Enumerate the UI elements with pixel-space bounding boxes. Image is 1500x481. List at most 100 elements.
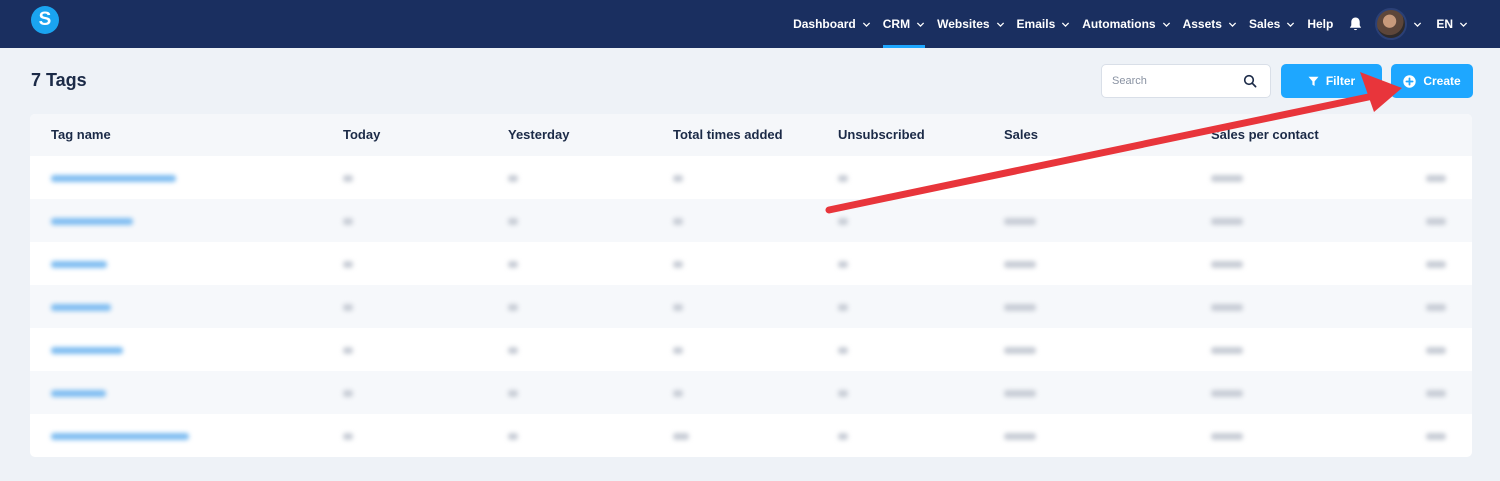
language-selector[interactable]: EN (1430, 0, 1474, 48)
chevron-down-icon (1459, 21, 1468, 27)
table-cell (838, 218, 848, 225)
top-navbar: S Dashboard CRM Websites Emails Automati… (0, 0, 1500, 48)
table-row[interactable] (30, 156, 1472, 199)
column-header-tag-name[interactable]: Tag name (51, 127, 111, 142)
create-button-label: Create (1423, 74, 1461, 88)
table-cell (1004, 433, 1036, 440)
table-cell (1426, 304, 1446, 311)
avatar (1375, 8, 1408, 40)
table-cell (508, 218, 518, 225)
page-title: 7 Tags (31, 70, 87, 90)
table-cell (343, 175, 353, 182)
chevron-down-icon (916, 21, 925, 27)
chevron-down-icon (862, 21, 870, 27)
table-header: Tag name Today Yesterday Total times add… (30, 114, 1472, 156)
chevron-down-icon (996, 21, 1004, 27)
tag-name-link[interactable] (51, 261, 107, 268)
nav-emails-label: Emails (1016, 17, 1056, 31)
column-header-unsubscribed[interactable]: Unsubscribed (838, 127, 925, 142)
table-cell (673, 218, 683, 225)
table-row[interactable] (30, 371, 1472, 414)
table-cell (508, 347, 518, 354)
table-cell (1426, 261, 1446, 268)
nav-assets[interactable]: Assets (1177, 0, 1243, 48)
table-cell (1004, 261, 1036, 268)
table-row[interactable] (30, 199, 1472, 242)
chevron-down-icon (1062, 21, 1070, 27)
plus-circle-icon (1403, 74, 1417, 88)
table-row[interactable] (30, 242, 1472, 285)
column-header-sales[interactable]: Sales (1004, 127, 1038, 142)
nav-sales-label: Sales (1248, 17, 1281, 31)
nav-automations-label: Automations (1082, 17, 1156, 31)
table-cell (508, 261, 518, 268)
column-header-today[interactable]: Today (343, 127, 380, 142)
tag-name-link[interactable] (51, 175, 176, 182)
main-nav: Dashboard CRM Websites Emails Automation… (787, 0, 1474, 48)
notifications-button[interactable] (1341, 0, 1369, 48)
nav-crm-label: CRM (882, 17, 911, 31)
table-cell (1211, 218, 1243, 225)
filter-button-label: Filter (1325, 74, 1356, 88)
table-cell (1004, 390, 1036, 397)
chevron-down-icon (1414, 21, 1422, 27)
table-row[interactable] (30, 328, 1472, 371)
nav-assets-label: Assets (1182, 17, 1222, 31)
search-icon[interactable] (1243, 74, 1257, 88)
nav-help[interactable]: Help (1301, 0, 1339, 48)
table-cell (838, 175, 848, 182)
table-cell (1211, 261, 1243, 268)
nav-emails[interactable]: Emails (1011, 0, 1077, 48)
create-button[interactable]: Create (1391, 64, 1473, 98)
table-cell (1426, 347, 1446, 354)
table-cell (1004, 347, 1036, 354)
table-cell (343, 218, 353, 225)
app-logo[interactable]: S (31, 6, 59, 34)
tag-name-link[interactable] (51, 218, 133, 225)
table-cell (838, 304, 848, 311)
table-cell (1426, 390, 1446, 397)
table-cell (1004, 304, 1036, 311)
table-cell (838, 433, 848, 440)
table-cell (1211, 175, 1243, 182)
table-cell (838, 390, 848, 397)
filter-button[interactable]: Filter (1281, 64, 1382, 98)
nav-sales[interactable]: Sales (1243, 0, 1301, 48)
table-cell (673, 304, 683, 311)
nav-automations[interactable]: Automations (1076, 0, 1176, 48)
chevron-down-icon (1162, 21, 1170, 27)
table-cell (343, 261, 353, 268)
search-input[interactable] (1112, 65, 1237, 97)
table-cell (508, 304, 518, 311)
nav-websites[interactable]: Websites (931, 0, 1010, 48)
table-row[interactable] (30, 414, 1472, 457)
table-cell (508, 433, 518, 440)
table-cell (838, 261, 848, 268)
table-cell (673, 261, 683, 268)
table-cell (673, 433, 689, 440)
table-cell (673, 347, 683, 354)
chevron-down-icon (1228, 21, 1237, 27)
table-row[interactable] (30, 285, 1472, 328)
nav-dashboard-label: Dashboard (793, 17, 856, 31)
language-label: EN (1436, 17, 1453, 31)
column-header-yesterday[interactable]: Yesterday (508, 127, 569, 142)
tag-name-link[interactable] (51, 304, 111, 311)
table-cell (508, 175, 518, 182)
table-cell (1211, 390, 1243, 397)
table-cell (1211, 304, 1243, 311)
nav-crm[interactable]: CRM (877, 0, 931, 48)
column-header-sales-per-contact[interactable]: Sales per contact (1211, 127, 1319, 142)
table-cell (1211, 433, 1243, 440)
tag-name-link[interactable] (51, 390, 106, 397)
tag-name-link[interactable] (51, 433, 189, 440)
nav-dashboard[interactable]: Dashboard (787, 0, 877, 48)
table-cell (673, 175, 683, 182)
table-cell (1004, 218, 1036, 225)
column-header-total-times-added[interactable]: Total times added (673, 127, 783, 142)
tag-name-link[interactable] (51, 347, 123, 354)
search-field[interactable] (1101, 64, 1271, 98)
user-menu[interactable] (1369, 0, 1430, 48)
bell-icon (1349, 17, 1361, 31)
nav-websites-label: Websites (937, 17, 990, 31)
